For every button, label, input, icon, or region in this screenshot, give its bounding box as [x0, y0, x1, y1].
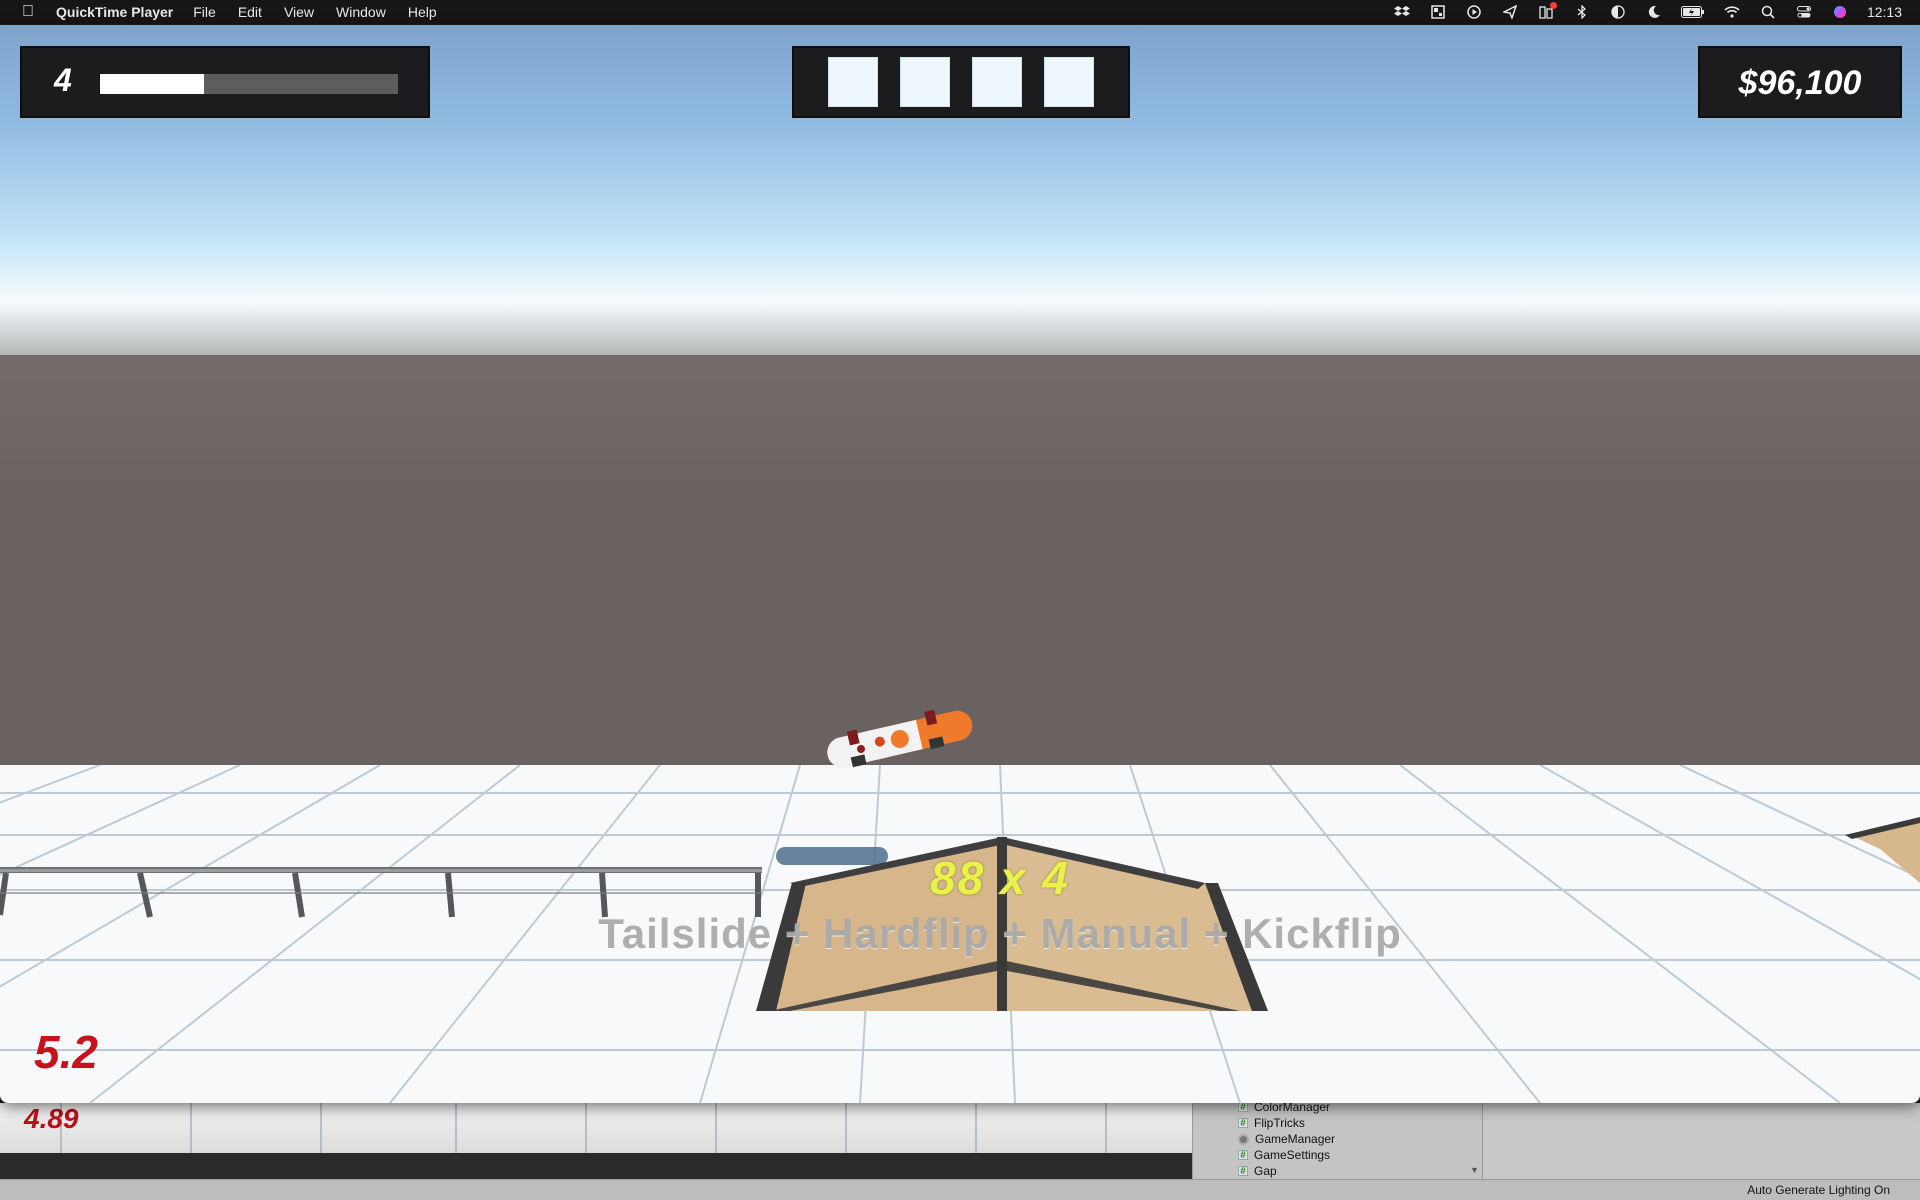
scene-view-strip: 4.89: [0, 1103, 1192, 1153]
battery-icon[interactable]: [1680, 5, 1705, 19]
skateboard: [827, 710, 973, 768]
dropbox-icon[interactable]: [1393, 5, 1411, 19]
search-icon[interactable]: [1759, 5, 1777, 19]
letter-slot: [1044, 57, 1094, 107]
script-icon: #: [1238, 1150, 1248, 1161]
trick-list: Tailslide + Hardflip + Manual + Kickflip: [598, 910, 1402, 957]
letter-slots-panel: [792, 46, 1130, 118]
inspector-pane: [1482, 1103, 1920, 1179]
phone-notification-icon[interactable]: [1537, 2, 1557, 19]
script-icon: #: [1238, 1102, 1248, 1113]
menubar-clock[interactable]: 12:13: [1867, 4, 1902, 20]
asset-name: GameSettings: [1254, 1148, 1331, 1162]
contrast-icon[interactable]: [1609, 5, 1627, 19]
letter-slot: [972, 57, 1022, 107]
editor-fps-readout: 4.89: [24, 1103, 79, 1134]
editor-toolbar-band: [0, 1153, 1192, 1179]
money-panel: $96,100: [1698, 46, 1902, 118]
gear-icon: [1238, 1133, 1249, 1145]
edit-menu[interactable]: Edit: [238, 4, 262, 20]
script-icon: #: [1238, 1166, 1248, 1177]
list-item[interactable]: # Gap: [1238, 1163, 1468, 1179]
combo-panel: 88 x 4: [0, 851, 1920, 905]
list-item[interactable]: GameManager: [1238, 1131, 1468, 1147]
lighting-status[interactable]: Auto Generate Lighting On: [1747, 1183, 1890, 1197]
scroll-down-arrow-icon[interactable]: ▼: [1470, 1165, 1479, 1175]
window-menu[interactable]: Window: [336, 4, 386, 20]
app-menu[interactable]: QuickTime Player: [56, 4, 173, 20]
play-circle-icon[interactable]: [1465, 5, 1483, 19]
notification-dot: [1549, 2, 1557, 9]
file-menu[interactable]: File: [193, 4, 216, 20]
list-item[interactable]: # GameSettings: [1238, 1147, 1468, 1163]
level-progress-track: [100, 74, 398, 94]
unity-editor-window: 4.89 # ColorManager # FlipTricks GameMan…: [0, 1100, 1920, 1200]
siri-icon[interactable]: [1831, 5, 1849, 19]
money-amount: $96,100: [1738, 64, 1862, 102]
editor-status-bar: Auto Generate Lighting On: [0, 1179, 1920, 1200]
script-icon: #: [1238, 1118, 1248, 1129]
control-center-icon[interactable]: [1795, 5, 1813, 19]
letter-slot: [828, 57, 878, 107]
asset-name: Gap: [1254, 1164, 1277, 1178]
project-panel: # ColorManager # FlipTricks GameManager …: [1192, 1100, 1482, 1179]
list-item[interactable]: # FlipTricks: [1238, 1115, 1468, 1131]
send-arrow-icon[interactable]: [1501, 5, 1519, 19]
bluetooth-icon[interactable]: [1573, 5, 1591, 19]
game-view-window[interactable]: 4 $96,100 88 x 4 Tailslide + Hardflip + …: [0, 25, 1920, 1103]
project-asset-list: # ColorManager # FlipTricks GameManager …: [1238, 1100, 1468, 1179]
menu-bar:  QuickTime Player File Edit View Window…: [0, 0, 1920, 24]
view-menu[interactable]: View: [284, 4, 314, 20]
help-menu[interactable]: Help: [408, 4, 437, 20]
status-area: 12:13: [1393, 0, 1902, 24]
letter-slot: [900, 57, 950, 107]
level-number: 4: [54, 62, 72, 98]
fps-counter: 5.2: [34, 1026, 98, 1078]
combo-score: 88 x 4: [930, 852, 1070, 904]
trick-list-panel: Tailslide + Hardflip + Manual + Kickflip: [0, 910, 1920, 958]
window-grid-icon[interactable]: [1429, 5, 1447, 19]
level-progress-fill: [100, 74, 205, 94]
moon-icon[interactable]: [1645, 5, 1663, 19]
apple-logo-icon[interactable]: : [0, 3, 56, 21]
level-panel: 4: [20, 46, 430, 118]
asset-name: GameManager: [1255, 1132, 1336, 1146]
wifi-icon[interactable]: [1723, 5, 1741, 19]
asset-name: FlipTricks: [1254, 1116, 1305, 1130]
